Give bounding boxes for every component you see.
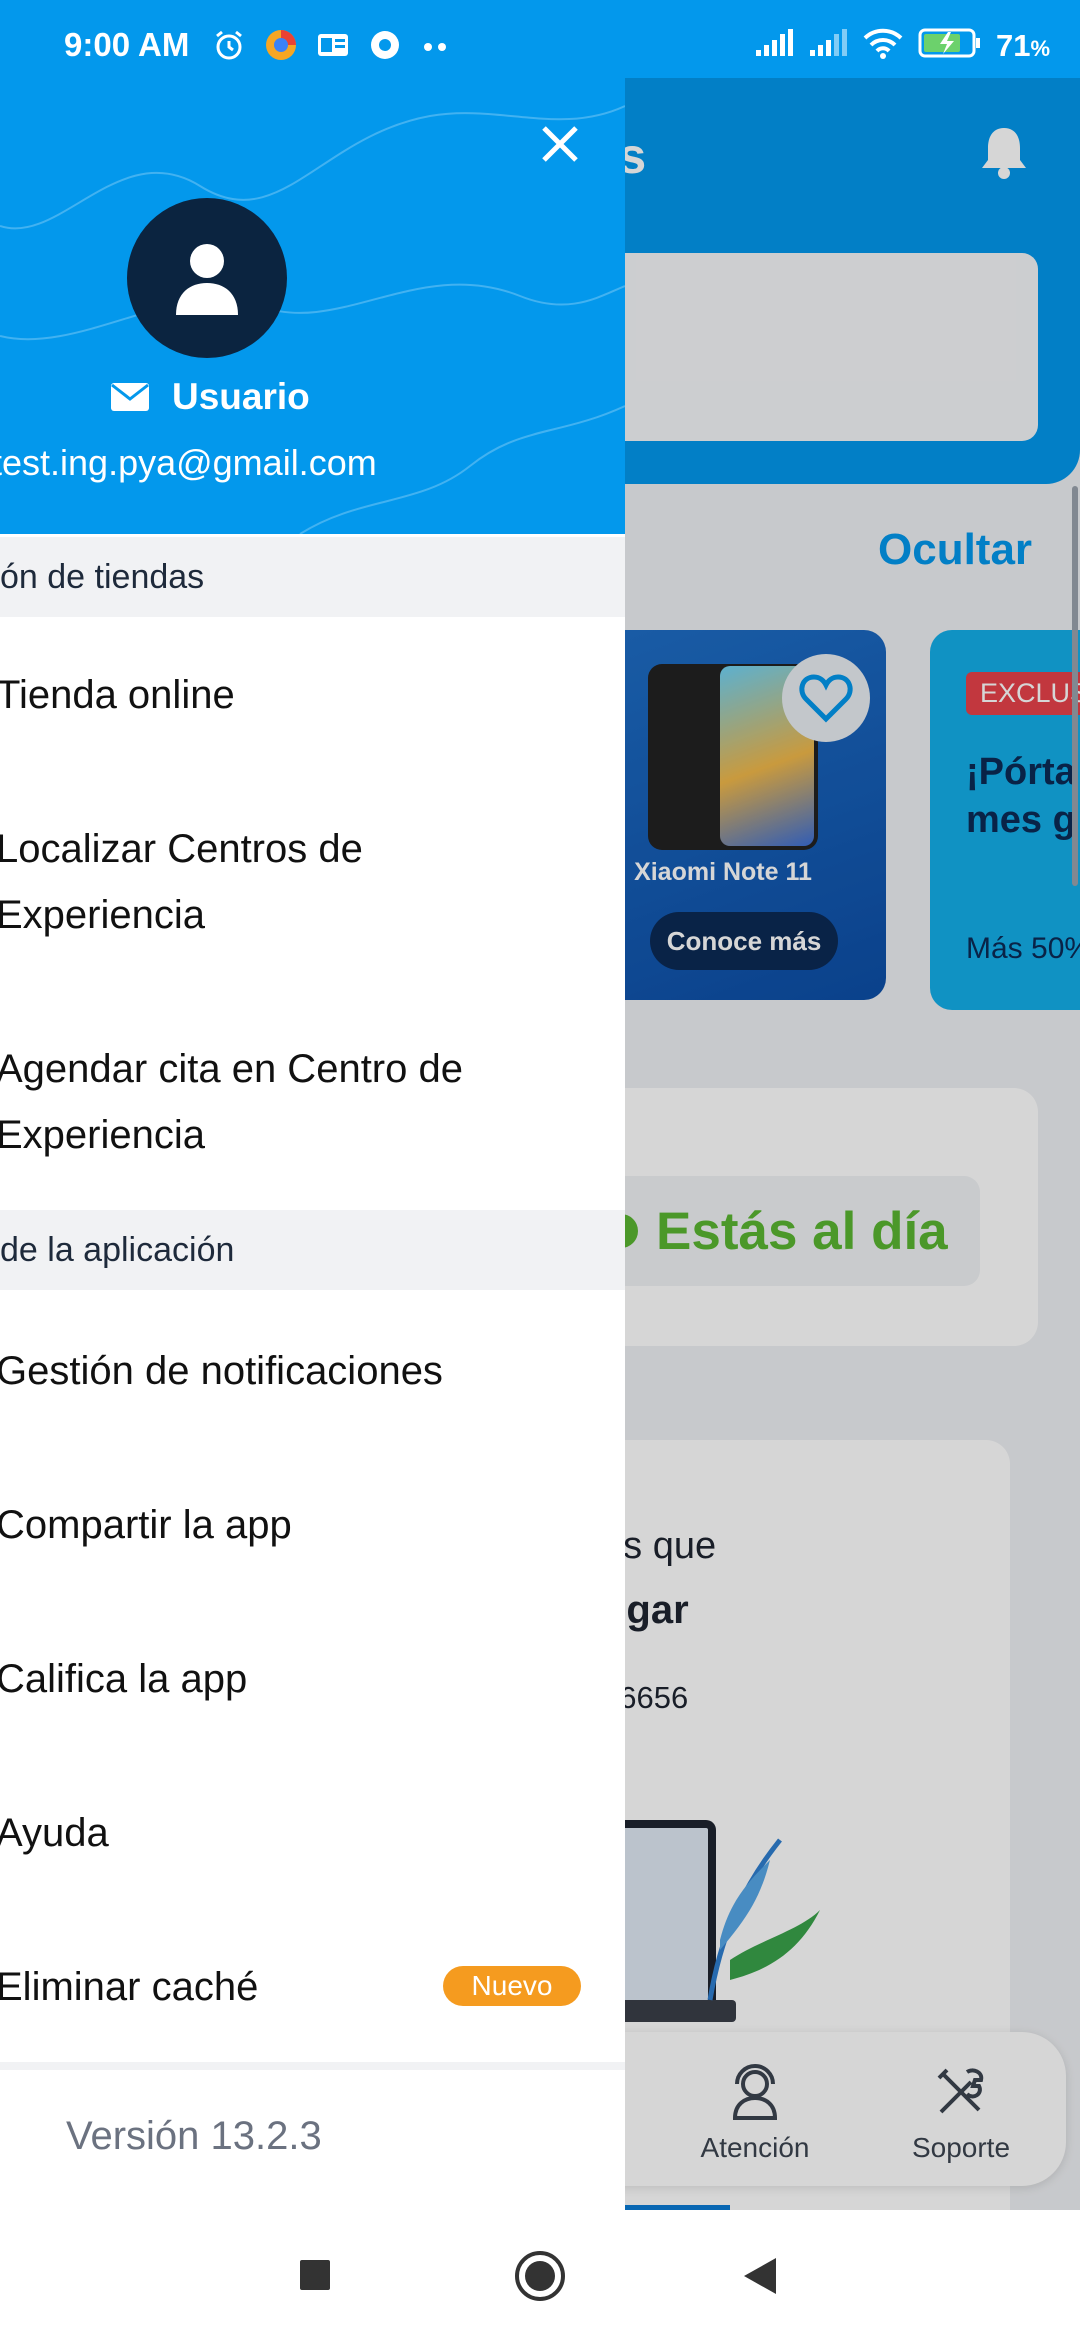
section-header-app: de la aplicación xyxy=(0,1210,625,1290)
menu-item-localizar-centros[interactable]: Localizar Centros de Experiencia xyxy=(0,816,416,948)
status-time: 9:00 AM xyxy=(64,26,190,63)
drawer-header: Usuario test.ing.pya@gmail.com xyxy=(0,76,625,534)
more-dots-icon xyxy=(420,39,450,57)
mail-icon xyxy=(111,383,149,411)
avatar[interactable] xyxy=(127,198,287,358)
triangle-back-icon xyxy=(744,2258,776,2294)
menu-item-califica[interactable]: Califica la app xyxy=(0,1646,625,1712)
menu-item-agendar-cita[interactable]: Agendar cita en Centro de Experiencia xyxy=(0,1036,516,1168)
new-badge: Nuevo xyxy=(443,1966,581,2006)
navigation-drawer: Usuario test.ing.pya@gmail.com ón de tie… xyxy=(0,76,625,2210)
alarm-icon xyxy=(212,28,246,67)
menu-item-tienda-online[interactable]: Tienda online xyxy=(0,662,625,728)
status-system-icons: 71% xyxy=(754,26,1050,65)
menu-item-ayuda[interactable]: Ayuda xyxy=(0,1800,625,1866)
status-notification-icons xyxy=(212,28,450,67)
user-row: Usuario xyxy=(110,376,310,418)
circle-home-icon xyxy=(515,2251,565,2301)
recents-button[interactable] xyxy=(298,2258,332,2297)
home-button[interactable] xyxy=(514,2250,566,2307)
system-nav-bar xyxy=(0,2210,1080,2340)
signal-icon-2 xyxy=(808,28,848,63)
user-name: Usuario xyxy=(172,376,310,417)
signal-icon xyxy=(754,28,794,63)
user-email: test.ing.pya@gmail.com xyxy=(0,442,377,483)
menu-item-notificaciones[interactable]: Gestión de notificaciones xyxy=(0,1338,625,1404)
wifi-icon xyxy=(862,26,904,65)
app-version: Versión 13.2.3 xyxy=(66,2114,322,2158)
browser-icon xyxy=(264,28,298,67)
battery-percent: 71% xyxy=(995,27,1050,63)
square-icon xyxy=(300,2260,330,2290)
back-button[interactable] xyxy=(742,2256,778,2301)
status-bar: 9:00 AM 71% xyxy=(0,0,1080,78)
outlook-icon xyxy=(316,30,350,65)
section-header-stores: ón de tiendas xyxy=(0,537,625,617)
user-icon xyxy=(176,244,238,315)
drawer-divider xyxy=(0,2062,625,2070)
close-icon[interactable] xyxy=(530,114,590,174)
record-icon xyxy=(368,28,402,67)
menu-item-compartir[interactable]: Compartir la app xyxy=(0,1492,625,1558)
battery-charging-icon xyxy=(918,26,982,65)
